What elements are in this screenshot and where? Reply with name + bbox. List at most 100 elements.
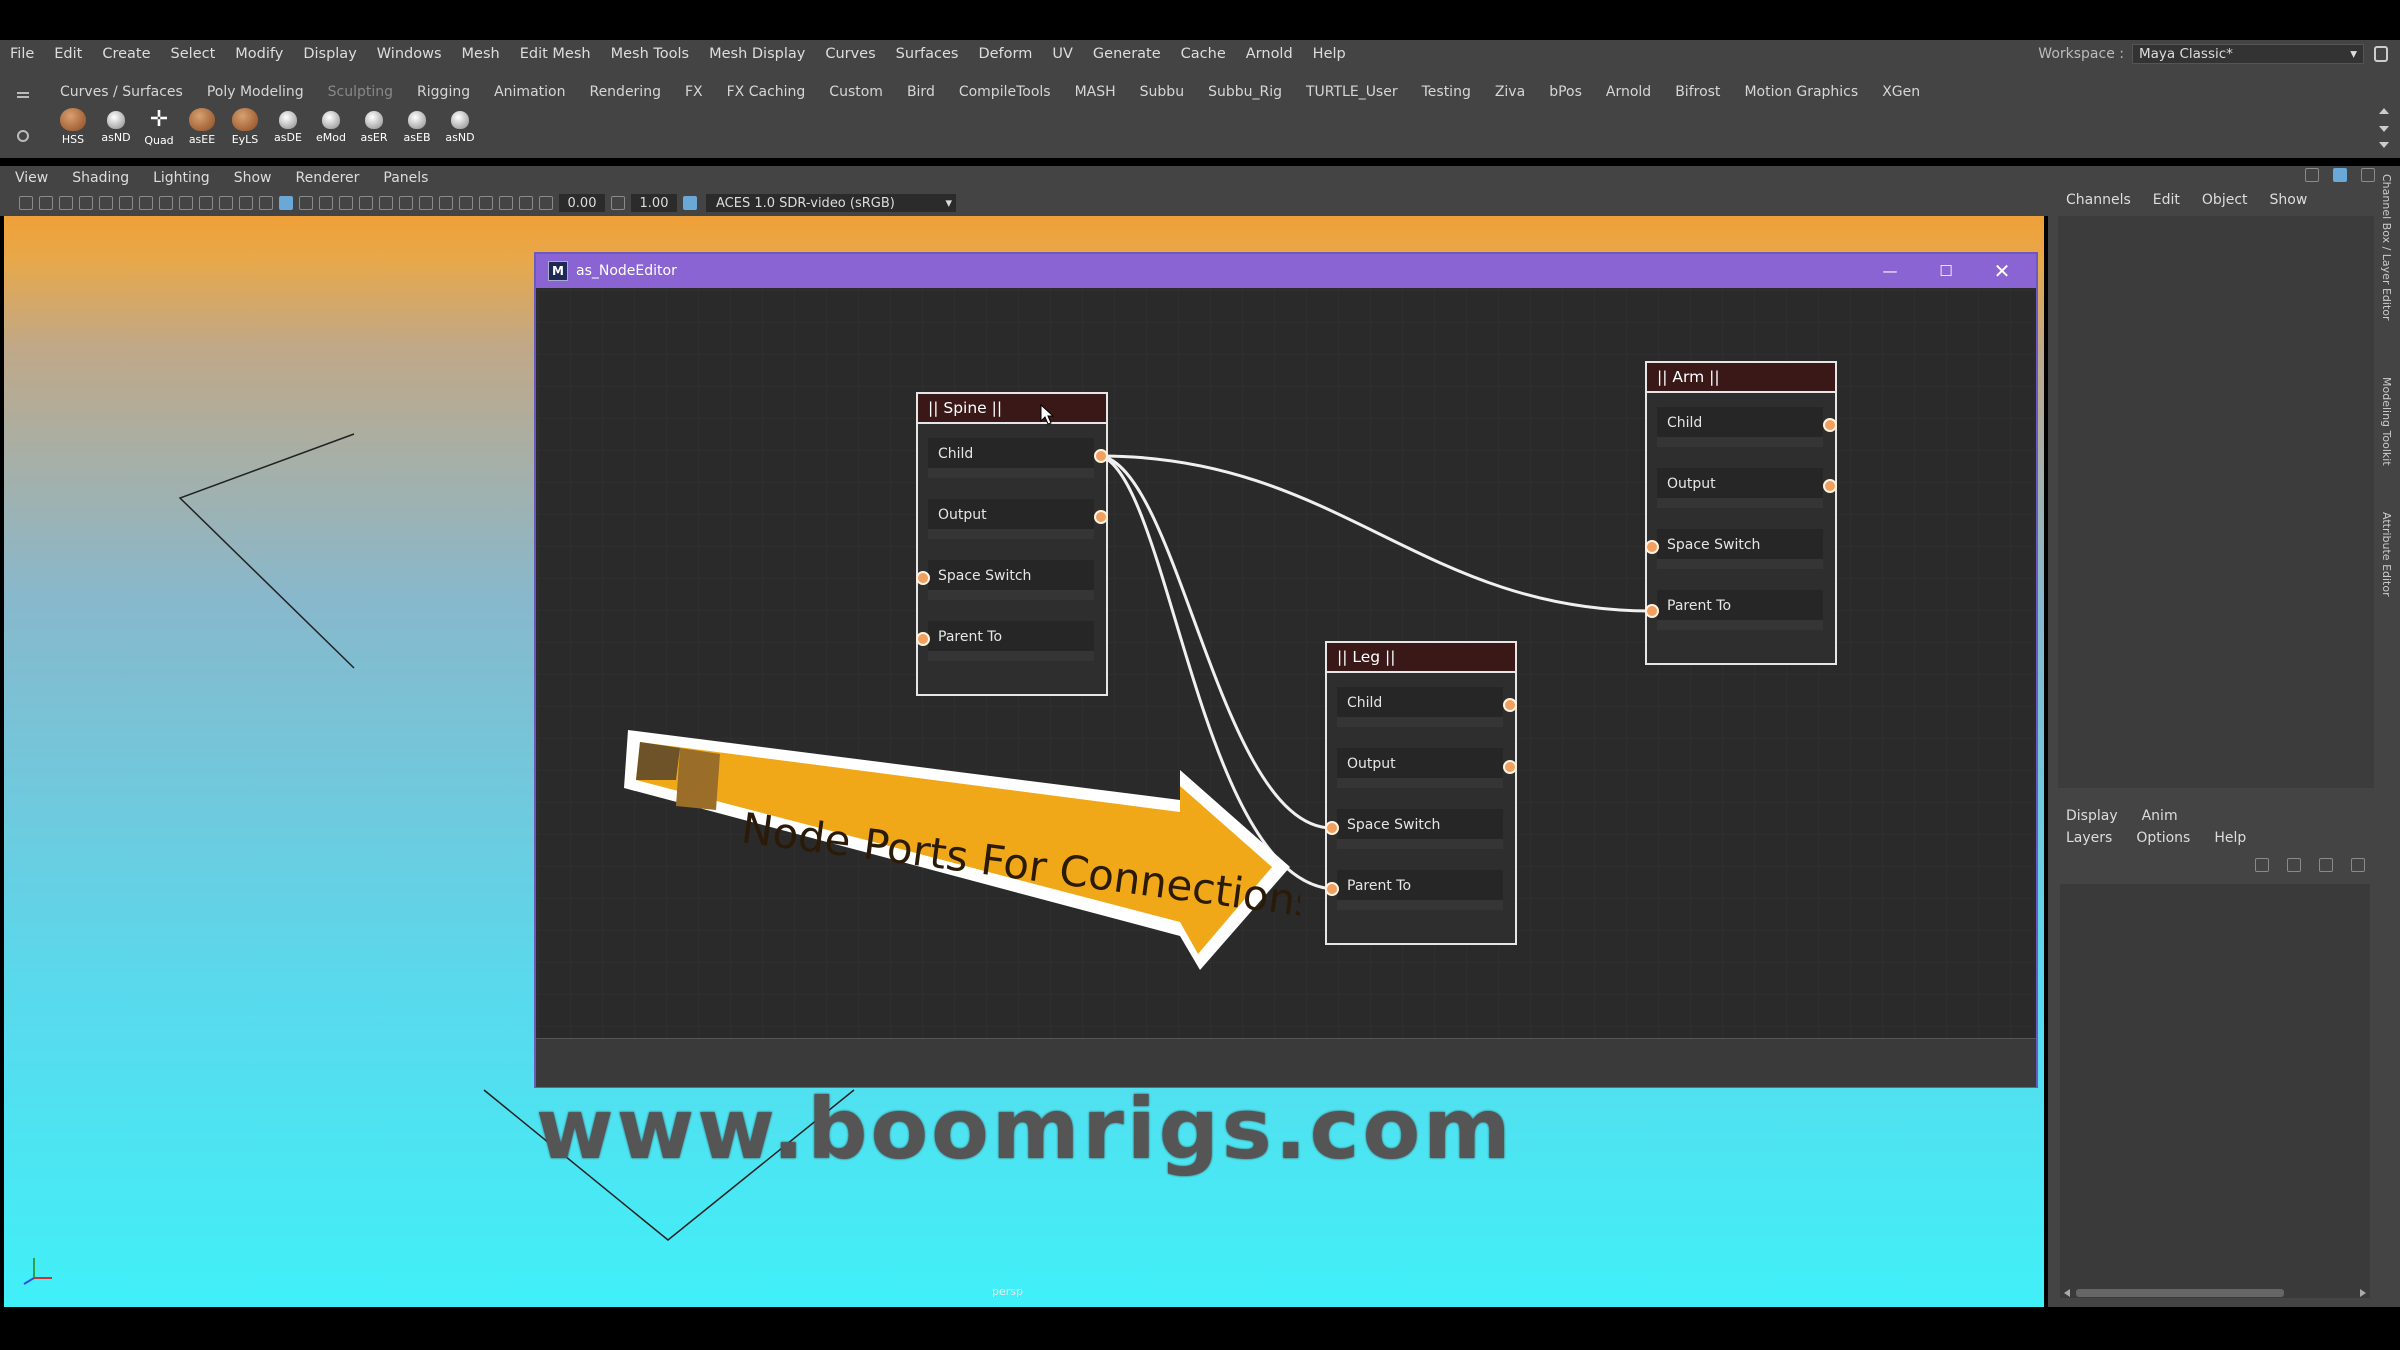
shelf-menu-icon[interactable]: [14, 78, 32, 148]
menu-mesh-display[interactable]: Mesh Display: [699, 46, 815, 62]
shelf-tab-xgen[interactable]: XGen: [1870, 84, 1932, 100]
object-menu[interactable]: Object: [2202, 192, 2270, 208]
shelf-button-quad[interactable]: ✛ Quad: [138, 108, 180, 148]
camera-icon[interactable]: [19, 196, 33, 210]
shelf-button-eyls[interactable]: EyLS: [224, 108, 266, 146]
shelf-button-asee[interactable]: asEE: [181, 108, 223, 146]
menu-curves[interactable]: Curves: [815, 46, 885, 62]
menu-mesh[interactable]: Mesh: [452, 46, 510, 62]
node-header[interactable]: || Spine ||: [918, 394, 1106, 424]
port-arm-child[interactable]: [1823, 418, 1837, 432]
channel-box-list[interactable]: [2058, 216, 2374, 788]
menu-arnold[interactable]: Arnold: [1236, 46, 1303, 62]
image-plane-icon[interactable]: [79, 196, 93, 210]
view-transform-dropdown[interactable]: ACES 1.0 SDR-video (sRGB) ▾: [706, 194, 956, 212]
shelf-tab-compiletools[interactable]: CompileTools: [947, 84, 1063, 100]
2d-pan-icon[interactable]: [119, 196, 133, 210]
viewport-menu-lighting[interactable]: Lighting: [138, 170, 219, 186]
shelf-button-asde[interactable]: asDE: [267, 108, 309, 146]
port-spine-parent-to[interactable]: [916, 632, 930, 646]
shelf-tab-subbu-rig[interactable]: Subbu_Rig: [1196, 84, 1294, 100]
port-leg-child[interactable]: [1503, 698, 1517, 712]
tab-display[interactable]: Display: [2066, 808, 2118, 824]
port-spine-child[interactable]: [1094, 449, 1108, 463]
gate-mask-icon[interactable]: [199, 196, 213, 210]
grease-pencil-icon[interactable]: [99, 196, 113, 210]
port-leg-space-switch[interactable]: [1325, 821, 1339, 835]
move-layer-up-icon[interactable]: [2255, 858, 2269, 872]
port-leg-parent-to[interactable]: [1325, 882, 1339, 896]
port-spine-space-switch[interactable]: [916, 571, 930, 585]
viewport-menu-panels[interactable]: Panels: [368, 170, 437, 186]
minimize-icon[interactable]: —: [1862, 262, 1918, 280]
side-tab-attribute-editor[interactable]: Attribute Editor: [2380, 512, 2393, 597]
viewport-menu-renderer[interactable]: Renderer: [280, 170, 368, 186]
motion-blur-icon[interactable]: [399, 196, 413, 210]
menu-file[interactable]: File: [0, 46, 44, 62]
gamma-field[interactable]: 1.00: [631, 194, 677, 212]
wireframe-icon[interactable]: [259, 196, 273, 210]
modeling-toolkit-toggle-icon[interactable]: [2333, 168, 2347, 182]
node-spine[interactable]: || Spine || Child Output Space Switch Pa…: [916, 392, 1108, 696]
show-menu[interactable]: Show: [2270, 192, 2330, 208]
shelf-button-asnd-2[interactable]: asND: [439, 108, 481, 146]
viewport-menu-shading[interactable]: Shading: [57, 170, 138, 186]
menu-display[interactable]: Display: [293, 46, 366, 62]
channel-box-toggle-icon[interactable]: [2305, 168, 2319, 182]
ambient-occlusion-icon[interactable]: [379, 196, 393, 210]
node-editor-titlebar[interactable]: M as_NodeEditor: [536, 254, 2036, 288]
menu-cache[interactable]: Cache: [1171, 46, 1236, 62]
safe-action-icon[interactable]: [239, 196, 253, 210]
exposure-icon[interactable]: [539, 196, 553, 210]
menu-mesh-tools[interactable]: Mesh Tools: [601, 46, 700, 62]
isolate-select-icon[interactable]: [459, 196, 473, 210]
shadows-icon[interactable]: [359, 196, 373, 210]
wireframe-on-shaded-icon[interactable]: [299, 196, 313, 210]
side-tab-modeling-toolkit[interactable]: Modeling Toolkit: [2380, 377, 2393, 466]
node-header[interactable]: || Arm ||: [1647, 363, 1835, 393]
film-gate-icon[interactable]: [159, 196, 173, 210]
port-leg-output[interactable]: [1503, 760, 1517, 774]
smooth-shade-icon[interactable]: [279, 196, 293, 210]
color-management-icon[interactable]: [683, 196, 697, 210]
node-arm[interactable]: || Arm || Child Output Space Switch Pare…: [1645, 361, 1837, 665]
menu-uv[interactable]: UV: [1042, 46, 1083, 62]
menu-create[interactable]: Create: [92, 46, 160, 62]
new-layer-selected-icon[interactable]: [2351, 858, 2365, 872]
xray-joints-icon[interactable]: [499, 196, 513, 210]
viewport-menu-show[interactable]: Show: [219, 170, 281, 186]
attribute-editor-toggle-icon[interactable]: [2361, 168, 2375, 182]
use-all-lights-icon[interactable]: [339, 196, 353, 210]
shelf-tab-bird[interactable]: Bird: [895, 84, 947, 100]
move-layer-down-icon[interactable]: [2287, 858, 2301, 872]
shelf-tab-custom[interactable]: Custom: [817, 84, 895, 100]
shelf-tab-testing[interactable]: Testing: [1410, 84, 1483, 100]
port-spine-output[interactable]: [1094, 510, 1108, 524]
exposure-field[interactable]: 0.00: [559, 194, 605, 212]
channels-menu[interactable]: Channels: [2066, 192, 2153, 208]
shelf-button-emod[interactable]: eMod: [310, 108, 352, 146]
shelf-tab-animation[interactable]: Animation: [482, 84, 577, 100]
shelf-tab-poly-modeling[interactable]: Poly Modeling: [195, 84, 316, 100]
shelf-tab-ziva[interactable]: Ziva: [1483, 84, 1537, 100]
shelf-tab-subbu[interactable]: Subbu: [1128, 84, 1196, 100]
camera-attributes-icon[interactable]: [39, 196, 53, 210]
shelf-tab-curves-surfaces[interactable]: Curves / Surfaces: [48, 84, 195, 100]
shelf-button-asnd[interactable]: asND: [95, 108, 137, 146]
field-chart-icon[interactable]: [219, 196, 233, 210]
shelf-tab-rigging[interactable]: Rigging: [405, 84, 482, 100]
menu-help[interactable]: Help: [1303, 46, 1356, 62]
backface-culling-icon[interactable]: [519, 196, 533, 210]
shelf-scroll-arrows-icon[interactable]: [2378, 106, 2390, 150]
menu-modify[interactable]: Modify: [225, 46, 293, 62]
shelf-tab-bpos[interactable]: bPos: [1537, 84, 1594, 100]
shelf-tab-turtle-user[interactable]: TURTLE_User: [1294, 84, 1410, 100]
workspace-dropdown[interactable]: Maya Classic* ▾: [2132, 44, 2364, 64]
shelf-tab-bifrost[interactable]: Bifrost: [1663, 84, 1732, 100]
shelf-button-hss[interactable]: HSS: [52, 108, 94, 146]
shelf-tab-fx-caching[interactable]: FX Caching: [715, 84, 818, 100]
edit-menu[interactable]: Edit: [2153, 192, 2202, 208]
layer-horizontal-scrollbar[interactable]: [2062, 1286, 2368, 1300]
menu-windows[interactable]: Windows: [367, 46, 452, 62]
lock-icon[interactable]: [2374, 46, 2388, 62]
